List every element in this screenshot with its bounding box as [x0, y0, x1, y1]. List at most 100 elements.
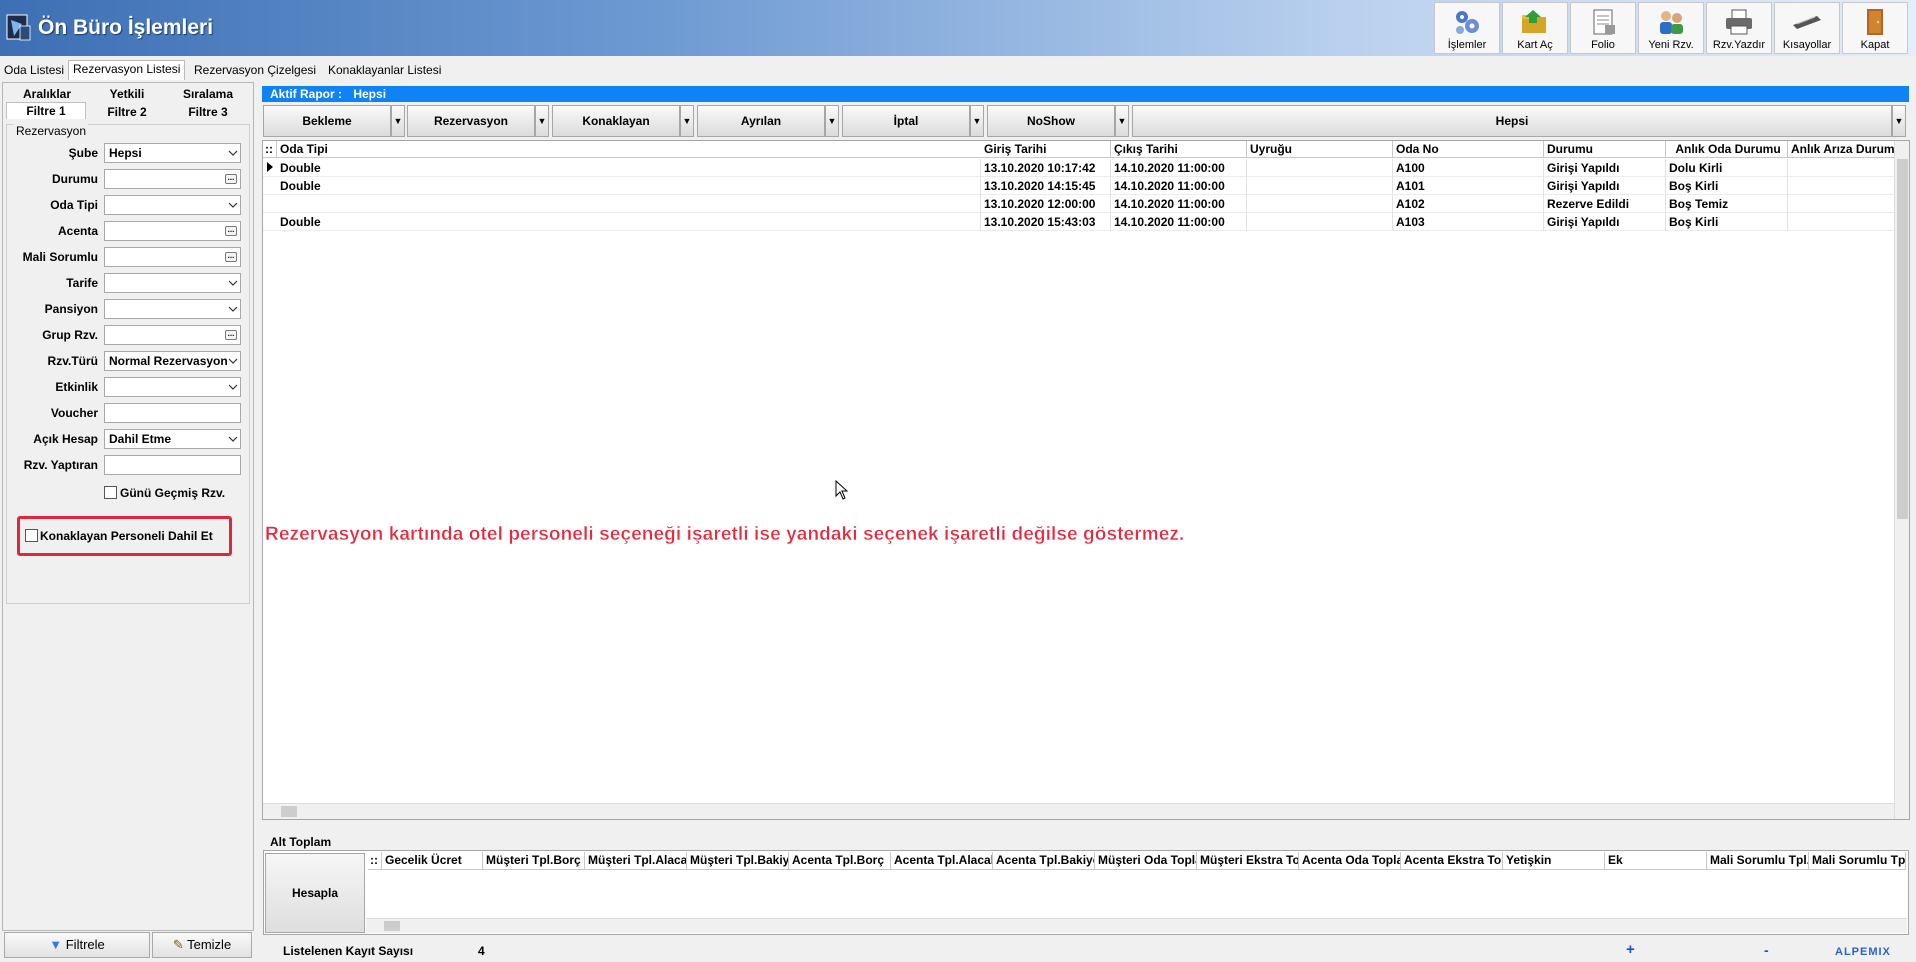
alt-col-header[interactable]: Acenta Ekstra Toplam — [1401, 852, 1503, 870]
minus-icon[interactable]: - — [1764, 942, 1769, 958]
alt-col-header[interactable]: Mali Sorumlu Tpl. — [1707, 852, 1809, 870]
field-input-0[interactable]: Hepsi — [104, 143, 241, 163]
konaklayan-personeli-checkbox[interactable] — [25, 529, 38, 542]
yeni-rzv-button[interactable]: Yeni Rzv. — [1638, 2, 1704, 54]
col-header-uyrugu[interactable]: Uyruğu — [1247, 141, 1393, 158]
tab-konaklayanlar-listesi[interactable]: Konaklayanlar Listesi — [324, 62, 445, 79]
ellipsis-button-icon[interactable]: ... — [225, 174, 237, 184]
chevron-down-icon[interactable] — [228, 278, 238, 288]
field-input-11[interactable]: Dahil Etme — [104, 429, 241, 449]
rezervasyon-dropdown-icon[interactable]: ▼ — [535, 105, 549, 137]
bekleme-dropdown-icon[interactable]: ▼ — [391, 105, 405, 137]
kart-ac-button[interactable]: Kart Aç — [1502, 2, 1568, 54]
field-input-12[interactable] — [104, 455, 241, 475]
scroll-thumb[interactable] — [1897, 159, 1908, 519]
noshow-dropdown-icon[interactable]: ▼ — [1115, 105, 1129, 137]
alt-col-header[interactable]: Gecelik Ücret — [382, 852, 483, 870]
hesapla-button[interactable]: Hesapla — [265, 853, 365, 933]
tab-filtre-2[interactable]: Filtre 2 — [86, 104, 168, 121]
table-cell: A103 — [1393, 213, 1544, 231]
alt-hscroll-thumb[interactable] — [384, 921, 400, 931]
field-input-3[interactable]: ... — [104, 221, 241, 241]
alt-col-header[interactable]: Müşteri Tpl.Alacak — [585, 852, 687, 870]
alt-col-header[interactable]: Acenta Tpl.Alacak — [891, 852, 993, 870]
islemler-button[interactable]: İşlemler — [1434, 2, 1500, 54]
col-header-anlik-ariza-durumu[interactable]: Anlık Arıza Durumu — [1788, 141, 1896, 158]
alt-col-header[interactable]: Müşteri Oda Toplam — [1095, 852, 1197, 870]
field-input-10[interactable] — [104, 403, 241, 423]
field-input-4[interactable]: ... — [104, 247, 241, 267]
ellipsis-button-icon[interactable]: ... — [225, 226, 237, 236]
col-header-oda-tipi[interactable]: Oda Tipi — [277, 141, 995, 158]
chevron-down-icon[interactable] — [228, 304, 238, 314]
hscroll-thumb[interactable] — [281, 806, 297, 817]
alt-grid-corner: :: — [368, 852, 382, 870]
hepsi-button[interactable]: Hepsi — [1132, 105, 1892, 137]
table-row[interactable]: 13.10.2020 12:00:00 14.10.2020 11:00:00 A1… — [263, 195, 1896, 213]
table-row[interactable]: Double 13.10.2020 10:17:42 14.10.2020 11:0… — [263, 159, 1896, 177]
col-header-oda-no[interactable]: Oda No — [1393, 141, 1544, 158]
folio-button[interactable]: Folio — [1570, 2, 1636, 54]
tab-rezervasyon-cizelgesi[interactable]: Rezervasyon Çizelgesi — [190, 62, 320, 79]
plus-icon[interactable]: + — [1626, 941, 1635, 958]
bekleme-button[interactable]: Bekleme — [263, 105, 391, 137]
rzv-yazdir-button[interactable]: Rzv.Yazdır — [1706, 2, 1772, 54]
noshow-button[interactable]: NoShow — [987, 105, 1115, 137]
iptal-button[interactable]: İptal — [842, 105, 970, 137]
alt-horizontal-scrollbar[interactable] — [366, 918, 1907, 933]
reservation-grid[interactable]: :: Oda Tipi Giriş Tarihi Çıkış Tarihi Uy… — [262, 140, 1910, 820]
col-header-cikis-tarihi[interactable]: Çıkış Tarihi — [1111, 141, 1247, 158]
gunu-gecmis-checkbox[interactable] — [104, 486, 117, 499]
tab-filtre-3[interactable]: Filtre 3 — [168, 104, 248, 121]
tab-rezervasyon-listesi[interactable]: Rezervasyon Listesi — [68, 60, 186, 80]
table-cell — [1788, 177, 1896, 195]
chevron-down-icon[interactable] — [228, 434, 238, 444]
table-row[interactable]: Double 13.10.2020 15:43:03 14.10.2020 11:0… — [263, 213, 1896, 231]
col-header-giris-tarihi[interactable]: Giriş Tarihi — [981, 141, 1111, 158]
field-input-6[interactable] — [104, 299, 241, 319]
iptal-dropdown-icon[interactable]: ▼ — [970, 105, 984, 137]
field-input-2[interactable] — [104, 195, 241, 215]
chevron-down-icon[interactable] — [228, 382, 238, 392]
table-row[interactable]: Double 13.10.2020 14:15:45 14.10.2020 11:0… — [263, 177, 1896, 195]
col-header-durumu[interactable]: Durumu — [1544, 141, 1666, 158]
temizle-button[interactable]: ✎ Temizle — [152, 932, 252, 958]
tab-oda-listesi[interactable]: Oda Listesi — [0, 62, 68, 79]
filtrele-button[interactable]: ▼ Filtrele — [4, 932, 150, 958]
field-input-7[interactable]: ... — [104, 325, 241, 345]
alt-col-header[interactable]: Acenta Oda Toplam — [1299, 852, 1401, 870]
tab-siralama[interactable]: Sıralama — [168, 86, 248, 103]
alt-col-header[interactable]: Acenta Tpl.Borç — [789, 852, 891, 870]
tab-filtre-1[interactable]: Filtre 1 — [6, 102, 86, 119]
alt-col-header[interactable]: Mali Sorumlu Tpl. N — [1809, 852, 1906, 870]
ellipsis-button-icon[interactable]: ... — [225, 252, 237, 262]
tab-yetkili[interactable]: Yetkili — [86, 86, 168, 103]
field-input-9[interactable] — [104, 377, 241, 397]
kisayollar-button[interactable]: Kısayollar — [1774, 2, 1840, 54]
row-indicator-icon — [267, 162, 273, 172]
field-input-8[interactable]: Normal Rezervasyon — [104, 351, 241, 371]
chevron-down-icon[interactable] — [228, 200, 238, 210]
alt-col-header[interactable]: Ek — [1605, 852, 1707, 870]
kapat-button[interactable]: Kapat — [1842, 2, 1908, 54]
field-input-1[interactable]: ... — [104, 169, 241, 189]
konaklayan-dropdown-icon[interactable]: ▼ — [680, 105, 694, 137]
chevron-down-icon[interactable] — [228, 148, 238, 158]
alt-col-header[interactable]: Yetişkin — [1503, 852, 1605, 870]
tab-araliklar[interactable]: Aralıklar — [8, 86, 86, 103]
ayrilan-button[interactable]: Ayrılan — [697, 105, 825, 137]
ayrilan-dropdown-icon[interactable]: ▼ — [825, 105, 839, 137]
grid-horizontal-scrollbar[interactable] — [263, 803, 1894, 819]
ellipsis-button-icon[interactable]: ... — [225, 330, 237, 340]
konaklayan-button[interactable]: Konaklayan — [552, 105, 680, 137]
hepsi-dropdown-icon[interactable]: ▼ — [1892, 105, 1906, 137]
field-input-5[interactable] — [104, 273, 241, 293]
alt-col-header[interactable]: Acenta Tpl.Bakiye — [993, 852, 1095, 870]
col-header-anlik-oda-durumu[interactable]: Anlık Oda Durumu — [1666, 141, 1788, 158]
chevron-down-icon[interactable] — [228, 356, 238, 366]
alt-col-header[interactable]: Müşteri Tpl.Borç — [483, 852, 585, 870]
alt-col-header[interactable]: Müşteri Ekstra Toplam — [1197, 852, 1299, 870]
grid-vertical-scrollbar[interactable] — [1894, 141, 1909, 819]
alt-col-header[interactable]: Müşteri Tpl.Bakiye — [687, 852, 789, 870]
rezervasyon-button[interactable]: Rezervasyon — [407, 105, 535, 137]
